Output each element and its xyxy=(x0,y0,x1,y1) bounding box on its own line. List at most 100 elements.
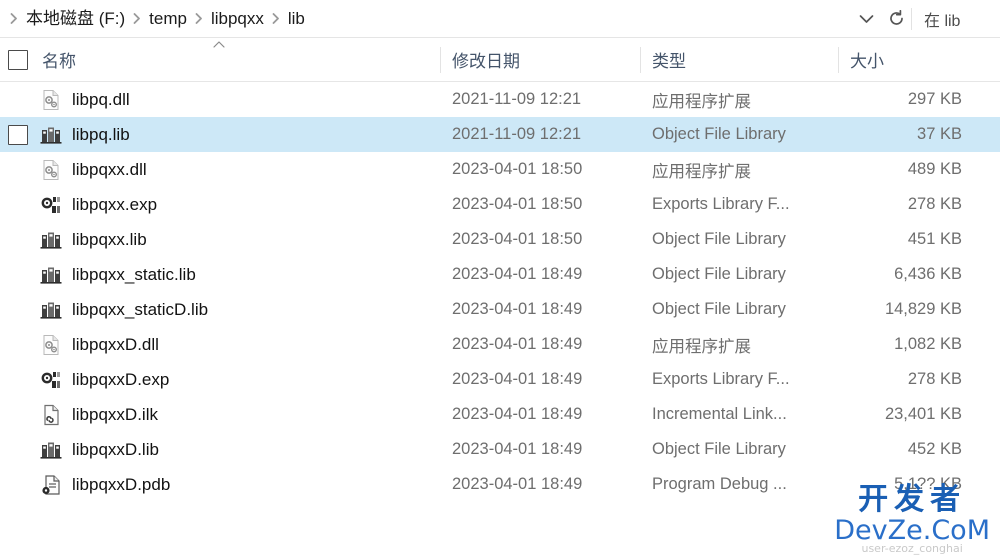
file-name-cell[interactable]: libpqxx.lib xyxy=(0,222,440,257)
file-type-cell: Exports Library F... xyxy=(652,195,790,213)
file-size-cell: 278 KB xyxy=(907,370,962,388)
file-name-cell[interactable]: libpqxxD.pdb xyxy=(0,467,440,502)
table-row[interactable]: libpqxxD.ilk 2023-04-01 18:49 Incremental … xyxy=(0,397,1000,432)
file-name-cell[interactable]: libpqxxD.ilk xyxy=(0,397,440,432)
table-row[interactable]: libpqxx_static.lib 2023-04-01 18:49 Object… xyxy=(0,257,1000,292)
file-type-cell: Program Debug ... xyxy=(652,475,787,493)
file-type-cell: Incremental Link... xyxy=(652,405,787,423)
file-name-label: libpqxx.lib xyxy=(72,229,147,249)
breadcrumb-chevron-icon[interactable] xyxy=(268,13,284,24)
file-name-label: libpqxxD.pdb xyxy=(72,474,171,494)
file-name-label: libpq.dll xyxy=(72,89,130,109)
file-date-cell: 2023-04-01 18:50 xyxy=(452,195,583,213)
column-header-name[interactable]: 名称 xyxy=(0,38,440,82)
lib-file-icon xyxy=(40,229,62,251)
column-header-size[interactable]: 大小 xyxy=(838,38,1000,82)
file-date-cell: 2023-04-01 18:50 xyxy=(452,230,583,248)
file-size-cell: 1,082 KB xyxy=(894,335,962,353)
breadcrumb-chevron-icon[interactable] xyxy=(129,13,145,24)
pdb-file-icon xyxy=(40,474,62,496)
address-bar[interactable]: 本地磁盘 (F:) temp libpqxx lib 在 lib xyxy=(0,0,1000,38)
watermark-sub-text: user-ezoz_conghai xyxy=(861,542,963,555)
breadcrumb[interactable]: 本地磁盘 (F:) temp libpqxx lib xyxy=(0,6,851,32)
table-row[interactable]: libpqxx.lib 2023-04-01 18:50 Object File L… xyxy=(0,222,1000,257)
file-name-cell[interactable]: libpqxx.dll xyxy=(0,152,440,187)
column-header-name-label: 名称 xyxy=(42,52,76,71)
file-size-cell: 14,829 KB xyxy=(884,300,962,318)
file-date-cell: 2023-04-01 18:49 xyxy=(452,300,583,318)
table-row[interactable]: libpq.dll 2021-11-09 12:21 应用程序扩展 297 KB xyxy=(0,82,1000,117)
table-row[interactable]: libpq.lib 2021-11-09 12:21 Object File Lib… xyxy=(0,117,1000,152)
breadcrumb-item-libpqxx[interactable]: libpqxx xyxy=(207,6,268,32)
breadcrumb-item-lib[interactable]: lib xyxy=(284,6,309,32)
table-row[interactable]: libpqxxD.exp 2023-04-01 18:49 Exports Libr… xyxy=(0,362,1000,397)
refresh-icon[interactable] xyxy=(881,0,911,38)
column-header-type[interactable]: 类型 xyxy=(640,38,838,82)
file-type-cell: Exports Library F... xyxy=(652,370,790,388)
table-row[interactable]: libpqxxD.dll 2023-04-01 18:49 应用程序扩展 1,082 … xyxy=(0,327,1000,362)
file-type-cell: 应用程序扩展 xyxy=(652,92,751,111)
file-date-cell: 2021-11-09 12:21 xyxy=(452,125,582,143)
table-row[interactable]: libpqxxD.lib 2023-04-01 18:49 Object File … xyxy=(0,432,1000,467)
file-name-label: libpqxxD.lib xyxy=(72,439,159,459)
file-type-cell: Object File Library xyxy=(652,125,786,143)
table-row[interactable]: libpqxx_staticD.lib 2023-04-01 18:49 Objec… xyxy=(0,292,1000,327)
select-all-checkbox[interactable] xyxy=(8,49,28,70)
sort-ascending-icon xyxy=(213,40,225,51)
file-type-cell: Object File Library xyxy=(652,265,786,283)
exp-file-icon xyxy=(40,369,62,391)
file-name-label: libpq.lib xyxy=(72,124,130,144)
breadcrumb-item-drive[interactable]: 本地磁盘 (F:) xyxy=(22,6,129,32)
ilk-file-icon xyxy=(40,404,62,426)
column-header-date-label: 修改日期 xyxy=(452,52,520,71)
watermark-en-text: DevZe.CoM xyxy=(834,515,990,546)
file-type-cell: Object File Library xyxy=(652,300,786,318)
file-size-cell: 489 KB xyxy=(907,160,962,178)
file-name-label: libpqxx_static.lib xyxy=(72,264,196,284)
dll-file-icon xyxy=(40,334,62,356)
file-date-cell: 2023-04-01 18:50 xyxy=(452,160,583,178)
lib-file-icon xyxy=(40,439,62,461)
dll-file-icon xyxy=(40,159,62,181)
lib-file-icon xyxy=(40,299,62,321)
breadcrumb-chevron-icon[interactable] xyxy=(191,13,207,24)
chevron-down-icon[interactable] xyxy=(851,0,881,38)
file-name-cell[interactable]: libpq.dll xyxy=(0,82,440,117)
lib-file-icon xyxy=(40,264,62,286)
search-input[interactable]: 在 lib xyxy=(912,0,1000,38)
file-explorer-window: 本地磁盘 (F:) temp libpqxx lib 在 lib 名称 修改日期… xyxy=(0,0,1000,559)
file-name-cell[interactable]: libpqxxD.exp xyxy=(0,362,440,397)
exp-file-icon xyxy=(40,194,62,216)
file-name-label: libpqxxD.ilk xyxy=(72,404,158,424)
column-header-row: 名称 修改日期 类型 大小 xyxy=(0,38,1000,82)
column-header-date-modified[interactable]: 修改日期 xyxy=(440,38,640,82)
row-checkbox[interactable] xyxy=(8,124,28,145)
file-type-cell: 应用程序扩展 xyxy=(652,337,751,356)
file-date-cell: 2023-04-01 18:49 xyxy=(452,475,583,493)
breadcrumb-item-temp[interactable]: temp xyxy=(145,6,191,32)
file-date-cell: 2023-04-01 18:49 xyxy=(452,335,583,353)
dll-file-icon xyxy=(40,89,62,111)
file-name-label: libpqxxD.dll xyxy=(72,334,159,354)
file-name-cell[interactable]: libpqxxD.lib xyxy=(0,432,440,467)
file-size-cell: 5,1?? KB xyxy=(894,475,962,493)
file-type-cell: 应用程序扩展 xyxy=(652,162,751,181)
table-row[interactable]: libpqxx.exp 2023-04-01 18:50 Exports Libra… xyxy=(0,187,1000,222)
breadcrumb-leading-chevron-icon[interactable] xyxy=(6,13,22,24)
file-name-label: libpqxxD.exp xyxy=(72,369,170,389)
file-name-cell[interactable]: libpq.lib xyxy=(0,117,440,152)
file-name-cell[interactable]: libpqxx.exp xyxy=(0,187,440,222)
file-size-cell: 451 KB xyxy=(907,230,962,248)
file-date-cell: 2023-04-01 18:49 xyxy=(452,265,583,283)
lib-file-icon xyxy=(40,124,62,146)
file-size-cell: 6,436 KB xyxy=(894,265,962,283)
table-row[interactable]: libpqxx.dll 2023-04-01 18:50 应用程序扩展 489 KB xyxy=(0,152,1000,187)
file-name-cell[interactable]: libpqxx_staticD.lib xyxy=(0,292,440,327)
file-date-cell: 2023-04-01 18:49 xyxy=(452,405,583,423)
file-date-cell: 2021-11-09 12:21 xyxy=(452,90,582,108)
file-name-cell[interactable]: libpqxxD.dll xyxy=(0,327,440,362)
file-list[interactable]: libpq.dll 2021-11-09 12:21 应用程序扩展 297 KB lib… xyxy=(0,82,1000,502)
file-size-cell: 297 KB xyxy=(907,90,962,108)
table-row[interactable]: libpqxxD.pdb 2023-04-01 18:49 Program Debu… xyxy=(0,467,1000,502)
file-name-cell[interactable]: libpqxx_static.lib xyxy=(0,257,440,292)
